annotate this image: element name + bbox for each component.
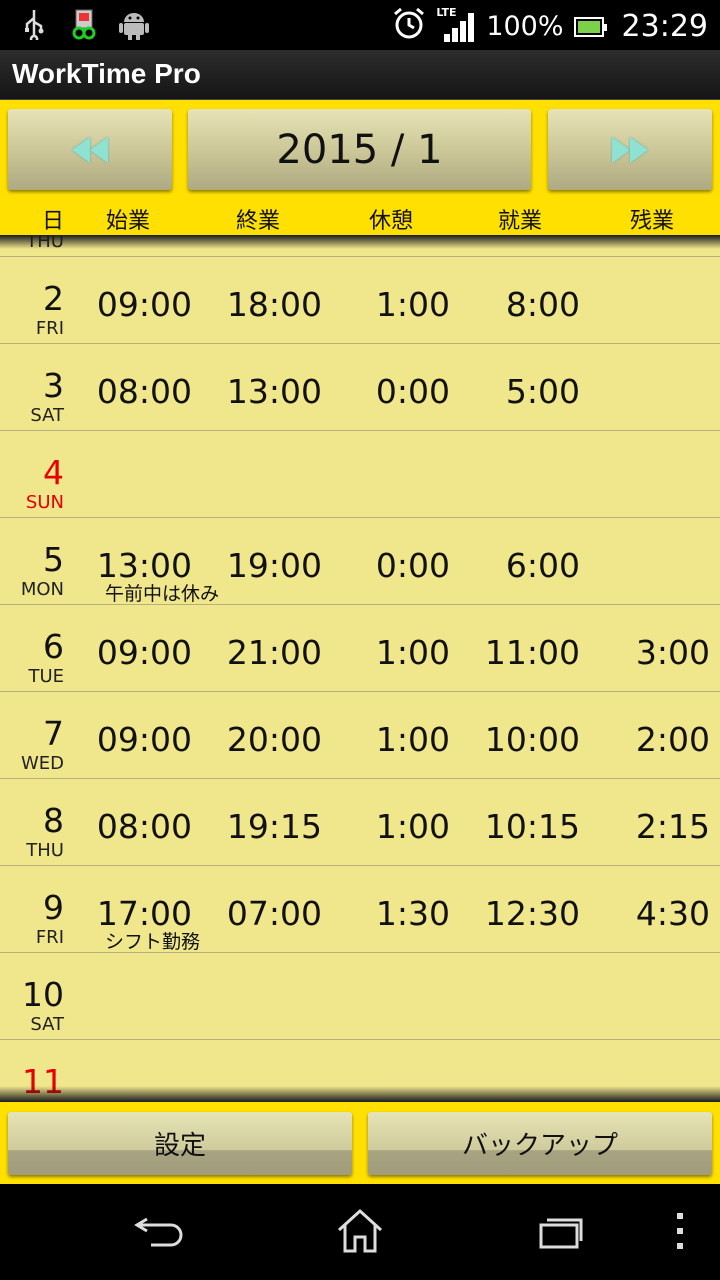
work-time: 11:00: [484, 633, 580, 672]
end-time: 07:00: [226, 894, 322, 933]
start-time: 08:00: [96, 372, 192, 411]
signal-icon: LTE: [436, 6, 476, 44]
weekday: WED: [20, 753, 64, 774]
day-row[interactable]: 5 MON 13:00 19:00 0:00 6:00 午前中は休み: [0, 518, 720, 605]
day-number: 6: [43, 627, 64, 666]
day-list[interactable]: THU 2 FRI 09:00 18:00 1:00 8:00 3 SAT 08…: [0, 235, 720, 1102]
weekday: MON: [20, 579, 64, 600]
overtime: 4:30: [635, 894, 710, 933]
weekday: SUN: [25, 492, 64, 513]
alarm-icon: [392, 6, 426, 47]
android-debug-icon: [118, 8, 150, 40]
weekday: TUE: [28, 666, 64, 687]
col-header-work: 就業: [498, 209, 543, 234]
break-time: 1:00: [375, 285, 450, 324]
weekday: THU: [26, 235, 64, 252]
rewind-icon: [72, 136, 108, 163]
end-time: 19:15: [226, 807, 322, 846]
work-time: 5:00: [505, 372, 580, 411]
break-time: 1:00: [375, 807, 450, 846]
day-row[interactable]: 9 FRI 17:00 07:00 1:30 12:30 4:30 シフト勤務: [0, 866, 720, 953]
bottom-toolbar: 設定 バックアップ: [0, 1102, 720, 1184]
break-time: 0:00: [375, 546, 450, 585]
fast-forward-icon: [612, 136, 648, 163]
col-header-start: 始業: [106, 209, 151, 234]
end-time: 20:00: [226, 720, 322, 759]
break-time: 0:00: [375, 372, 450, 411]
break-time: 1:30: [375, 894, 450, 933]
weekday: SAT: [30, 1014, 64, 1035]
day-row[interactable]: 11: [0, 1040, 720, 1102]
battery-percent: 100%: [486, 11, 564, 42]
day-number: 10: [22, 975, 64, 1014]
day-note: 午前中は休み: [105, 583, 220, 605]
break-time: 1:00: [375, 633, 450, 672]
day-number: 9: [43, 888, 64, 927]
col-header-end: 終業: [236, 209, 281, 234]
work-time: 8:00: [505, 285, 580, 324]
backup-button[interactable]: バックアップ: [368, 1112, 712, 1175]
end-time: 21:00: [226, 633, 322, 672]
status-bar: LTE 100% 23:29: [0, 0, 720, 50]
overtime: 2:15: [635, 807, 710, 846]
day-row[interactable]: 6 TUE 09:00 21:00 1:00 11:00 3:00: [0, 605, 720, 692]
overtime: 2:00: [635, 720, 710, 759]
battery-icon: [573, 16, 607, 37]
day-row[interactable]: 8 THU 08:00 19:15 1:00 10:15 2:15: [0, 779, 720, 866]
settings-button[interactable]: 設定: [8, 1112, 352, 1175]
next-month-button[interactable]: [548, 109, 712, 190]
end-time: 13:00: [226, 372, 322, 411]
day-number: 11: [22, 1062, 64, 1101]
weekday: SAT: [30, 405, 64, 426]
app-title: WorkTime Pro: [12, 58, 201, 89]
break-time: 1:00: [375, 720, 450, 759]
month-header: 2015 / 1 日 始業 終業 休憩 就業 残業: [0, 100, 720, 235]
day-number: 2: [43, 279, 64, 318]
day-number: 5: [43, 540, 64, 579]
work-time: 6:00: [505, 546, 580, 585]
end-time: 18:00: [226, 285, 322, 324]
action-bar: WorkTime Pro: [0, 50, 720, 100]
overtime: 3:00: [635, 633, 710, 672]
day-row[interactable]: 3 SAT 08:00 13:00 0:00 5:00: [0, 344, 720, 431]
end-time: 19:00: [226, 546, 322, 585]
home-icon[interactable]: [330, 1206, 390, 1256]
previous-month-button[interactable]: [8, 109, 172, 190]
weekday: FRI: [35, 927, 64, 948]
weekday: FRI: [35, 318, 64, 339]
day-number: 4: [43, 453, 64, 492]
day-number: 8: [43, 801, 64, 840]
work-time: 10:00: [484, 720, 580, 759]
start-time: 09:00: [96, 633, 192, 672]
recent-apps-icon[interactable]: [530, 1206, 590, 1256]
day-number: 7: [43, 714, 64, 753]
app-notification-icon: [68, 8, 100, 40]
col-header-break: 休憩: [369, 209, 414, 234]
usb-icon: [18, 8, 50, 40]
overflow-menu-icon[interactable]: [650, 1206, 710, 1256]
work-time: 10:15: [484, 807, 580, 846]
column-headers: 日 始業 終業 休憩 就業 残業: [0, 203, 720, 235]
day-row[interactable]: 7 WED 09:00 20:00 1:00 10:00 2:00: [0, 692, 720, 779]
day-note: シフト勤務: [105, 931, 201, 953]
start-time: 09:00: [96, 720, 192, 759]
col-header-overtime: 残業: [630, 209, 675, 234]
back-icon[interactable]: [130, 1206, 190, 1256]
day-row[interactable]: 10 SAT: [0, 953, 720, 1040]
work-time: 12:30: [484, 894, 580, 933]
day-row[interactable]: THU: [0, 235, 720, 257]
day-number: 3: [43, 366, 64, 405]
month-selector-button[interactable]: 2015 / 1: [188, 109, 531, 190]
clock: 23:29: [621, 9, 708, 44]
day-row[interactable]: 2 FRI 09:00 18:00 1:00 8:00: [0, 257, 720, 344]
system-navigation-bar: [0, 1184, 720, 1280]
start-time: 09:00: [96, 285, 192, 324]
weekday: THU: [26, 840, 64, 861]
start-time: 08:00: [96, 807, 192, 846]
col-header-day: 日: [42, 209, 65, 234]
day-row[interactable]: 4 SUN: [0, 431, 720, 518]
